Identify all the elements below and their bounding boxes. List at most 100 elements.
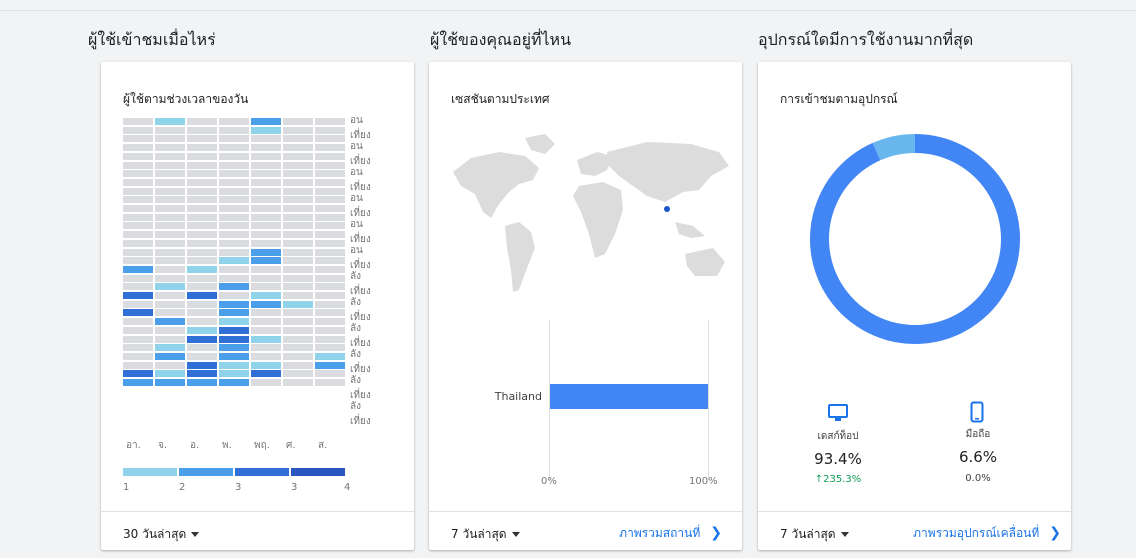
- heatmap-cell: [283, 152, 313, 160]
- heatmap-cell: [123, 265, 153, 273]
- heatmap-cell: [283, 300, 313, 308]
- heatmap-cell: [219, 344, 249, 352]
- heatmap-cell: [315, 213, 345, 221]
- heatmap-cell: [283, 161, 313, 169]
- heatmap-cell: [251, 135, 281, 143]
- heatmap-cell: [187, 309, 217, 317]
- heatmap-cell: [251, 222, 281, 230]
- heatmap-cell: [123, 300, 153, 308]
- caret-down-icon: [191, 532, 200, 537]
- heatmap-cell: [251, 118, 281, 125]
- heatmap-cell: [315, 352, 345, 360]
- heatmap-cell: [155, 161, 185, 169]
- heatmap-cell: [315, 205, 345, 212]
- heatmap-cell: [187, 265, 217, 273]
- heatmap-cell: [187, 274, 217, 282]
- date-range-label: 7 วันล่าสุด: [451, 527, 507, 541]
- heatmap-cell: [283, 292, 313, 299]
- mobile-label: มือถือ: [965, 429, 991, 440]
- heatmap-cell: [219, 274, 249, 282]
- legend-segment: [291, 468, 345, 476]
- heatmap-cell: [187, 231, 217, 239]
- heatmap-cell: [283, 248, 313, 256]
- legend-number: 1: [123, 482, 130, 493]
- heatmap-cell: [187, 292, 217, 299]
- heatmap-cell: [283, 222, 313, 230]
- world-map: [453, 134, 729, 292]
- heatmap-cell: [219, 283, 249, 291]
- heatmap-cell: [123, 222, 153, 230]
- heatmap-cell: [315, 161, 345, 169]
- heatmap-cell: [123, 144, 153, 152]
- date-range-dropdown[interactable]: 7 วันล่าสุด: [451, 525, 520, 544]
- chevron-right-icon: ❯: [1049, 525, 1061, 541]
- heatmap-cell: [315, 361, 345, 369]
- heatmap-cell: [315, 126, 345, 134]
- heatmap-cell: [283, 370, 313, 378]
- day-label: พ.: [222, 440, 232, 451]
- donut-slice-desktop: [810, 134, 1020, 344]
- heatmap-cell: [315, 326, 345, 334]
- desktop-label: เดสก์ท็อป: [817, 431, 859, 442]
- heatmap-cell: [187, 300, 217, 308]
- location-overview-label: ภาพรวมสถานที่: [619, 526, 701, 540]
- heatmap-cell: [315, 187, 345, 195]
- bar-country-label: Thailand: [494, 390, 542, 403]
- heatmap-cell: [123, 248, 153, 256]
- heatmap-cell: [155, 257, 185, 265]
- section-title-where: ผู้ใช้ของคุณอยู่ที่ไหน: [430, 30, 572, 49]
- heatmap-cell: [283, 213, 313, 221]
- mobile-overview-link[interactable]: ภาพรวมอุปกรณ์เคลื่อนที่ ❯: [913, 524, 1061, 543]
- location-overview-link[interactable]: ภาพรวมสถานที่ ❯: [619, 524, 722, 543]
- heatmap-cell: [187, 187, 217, 195]
- heatmap-cell: [155, 135, 185, 143]
- heatmap-cell: [155, 292, 185, 299]
- heatmap-cell: [123, 370, 153, 378]
- heatmap-cell: [155, 379, 185, 386]
- heatmap-cell: [251, 370, 281, 378]
- desktop-change: ↑235.3%: [814, 474, 862, 485]
- heatmap-cell: [187, 352, 217, 360]
- heatmap-cell: [123, 274, 153, 282]
- heatmap-cell: [155, 222, 185, 230]
- heatmap-cell: [123, 292, 153, 299]
- heatmap-cell: [315, 178, 345, 186]
- date-range-dropdown[interactable]: 30 วันล่าสุด: [123, 525, 200, 544]
- heatmap-cell: [155, 118, 185, 125]
- heatmap-cell: [251, 170, 281, 178]
- heatmap-cell: [123, 161, 153, 169]
- heatmap-cell: [219, 135, 249, 143]
- heatmap-cell: [155, 178, 185, 186]
- heatmap-cell: [251, 126, 281, 134]
- heatmap-cell: [219, 257, 249, 265]
- heatmap-cell: [219, 326, 249, 334]
- heatmap-cell: [123, 352, 153, 360]
- heatmap-cell: [251, 239, 281, 247]
- heatmap-cell: [283, 126, 313, 134]
- legend-number: 3: [235, 482, 242, 493]
- heatmap-cell: [315, 135, 345, 143]
- heatmap-cell: [219, 161, 249, 169]
- geo-card: เซสชันตามประเทศ Thailand 0% 100% 7 วันล่…: [429, 62, 742, 550]
- heatmap-cell: [187, 152, 217, 160]
- heatmap-cell: [315, 335, 345, 343]
- gridline-max: [708, 320, 709, 480]
- heatmap-cell: [123, 231, 153, 239]
- date-range-dropdown[interactable]: 7 วันล่าสุด: [780, 525, 849, 544]
- heatmap-cell: [123, 361, 153, 369]
- heatmap-cell: [123, 344, 153, 352]
- caret-down-icon: [840, 532, 849, 537]
- section-title-device: อุปกรณ์ใดมีการใช้งานมากที่สุด: [758, 30, 974, 49]
- heatmap-cell: [219, 292, 249, 299]
- heatmap-cell: [155, 309, 185, 317]
- heatmap-cell: [219, 248, 249, 256]
- heatmap-cell: [283, 326, 313, 334]
- mobile-icon: [970, 401, 984, 423]
- day-label: ส.: [318, 440, 328, 451]
- time-card-title: ผู้ใช้ตามช่วงเวลาของวัน: [123, 92, 249, 106]
- device-donut-chart: [810, 134, 1020, 344]
- heatmap-cell: [283, 231, 313, 239]
- heatmap-cell: [283, 361, 313, 369]
- heatmap-cell: [187, 239, 217, 247]
- heatmap-cell: [155, 300, 185, 308]
